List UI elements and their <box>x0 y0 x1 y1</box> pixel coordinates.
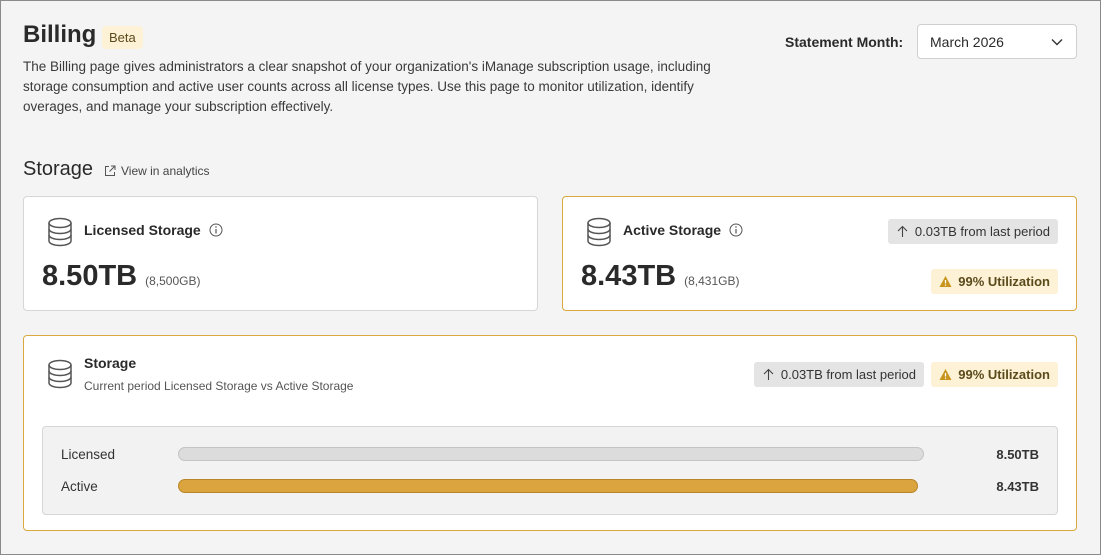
warning-icon <box>939 369 952 380</box>
licensed-storage-value-group: 8.50TB (8,500GB) <box>42 260 200 293</box>
licensed-storage-card: Licensed Storage 8.50TB (8,500GB) <box>23 196 538 311</box>
database-icon <box>587 217 611 247</box>
active-storage-heading: Active Storage <box>623 222 743 238</box>
change-from-last-period-badge: 0.03TB from last period <box>753 362 924 387</box>
utilization-text: 99% Utilization <box>958 367 1050 382</box>
external-link-icon <box>105 165 116 176</box>
change-text: 0.03TB from last period <box>914 224 1050 239</box>
active-storage-gb: (8,431GB) <box>684 274 740 288</box>
info-icon[interactable] <box>209 223 223 237</box>
change-text: 0.03TB from last period <box>780 367 916 382</box>
storage-bars-panel: Licensed 8.50TB Active 8.43TB <box>42 426 1058 515</box>
warning-icon <box>939 276 952 287</box>
utilization-badge: 99% Utilization <box>931 362 1058 387</box>
licensed-storage-gb: (8,500GB) <box>145 274 201 288</box>
active-storage-value-group: 8.43TB (8,431GB) <box>581 260 739 293</box>
info-icon[interactable] <box>729 223 743 237</box>
utilization-badge: 99% Utilization <box>931 269 1058 294</box>
bar-value-licensed: 8.50TB <box>996 447 1039 462</box>
bar-licensed <box>178 447 924 461</box>
statement-month-dropdown[interactable]: March 2026 <box>917 24 1077 59</box>
storage-section-title: Storage <box>23 158 94 180</box>
licensed-storage-heading: Licensed Storage <box>84 222 223 238</box>
view-in-analytics-label: View in analytics <box>121 164 210 178</box>
storage-comparison-subtitle: Current period Licensed Storage vs Activ… <box>84 379 354 393</box>
database-icon <box>48 217 72 247</box>
change-from-last-period-badge: 0.03TB from last period <box>887 219 1058 244</box>
bar-label-licensed: Licensed <box>61 447 116 462</box>
view-in-analytics-link[interactable]: View in analytics <box>104 164 210 178</box>
arrow-up-icon <box>897 225 908 237</box>
licensed-storage-value: 8.50TB <box>42 260 138 292</box>
storage-comparison-title: Storage <box>84 355 137 371</box>
statement-month-value: March 2026 <box>930 33 1004 50</box>
active-storage-card: Active Storage 8.43TB (8,431GB) 0.03TB f… <box>562 196 1077 311</box>
chevron-down-icon <box>1051 38 1063 45</box>
database-icon <box>48 359 72 389</box>
billing-page: Billing Beta The Billing page gives admi… <box>0 0 1101 555</box>
active-storage-title: Active Storage <box>623 222 722 238</box>
active-storage-value: 8.43TB <box>581 260 677 292</box>
page-description: The Billing page gives administrators a … <box>23 59 711 114</box>
bar-label-active: Active <box>61 479 98 494</box>
utilization-text: 99% Utilization <box>958 274 1050 289</box>
beta-badge: Beta <box>102 26 143 49</box>
arrow-up-icon <box>763 368 774 380</box>
licensed-storage-title: Licensed Storage <box>84 222 201 238</box>
bar-value-active: 8.43TB <box>996 479 1039 494</box>
statement-month-label: Statement Month: <box>785 34 904 50</box>
bar-active <box>178 479 918 493</box>
page-title: Billing <box>23 21 97 48</box>
